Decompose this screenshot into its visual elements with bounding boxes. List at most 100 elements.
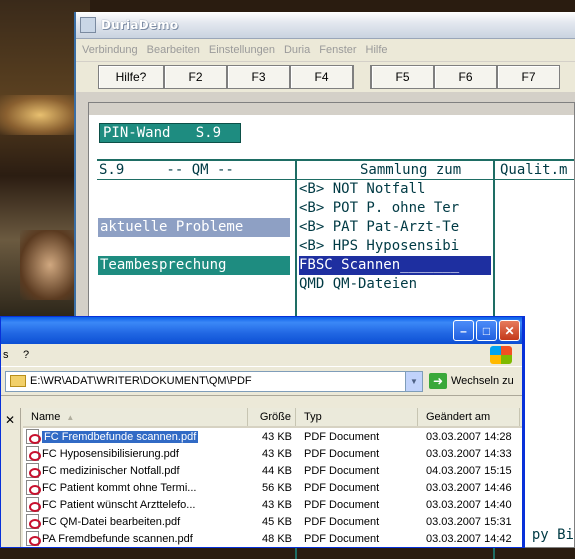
file-row[interactable]: FC medizinischer Notfall.pdf 44 KB PDF D… (23, 462, 522, 479)
f2-button[interactable]: F2 (164, 65, 227, 89)
help-button-label: Hilfe (115, 70, 140, 84)
list-item-qmd[interactable]: QMD QM-Dateien (299, 275, 417, 294)
menu-bearbeiten[interactable]: Bearbeiten (147, 44, 200, 56)
file-row[interactable]: FC Fremdbefunde scannen.pdf 43 KB PDF Do… (23, 428, 522, 445)
file-name: FC QM-Datei bearbeiten.pdf (42, 515, 181, 528)
close-button[interactable]: ✕ (499, 320, 520, 341)
app-icon (80, 17, 96, 33)
file-size: 44 KB (262, 464, 292, 477)
file-type: PDF Document (304, 430, 380, 443)
minimize-icon: – (460, 323, 467, 338)
f4-button[interactable]: F4 (290, 65, 353, 89)
menu-duria[interactable]: Duria (284, 44, 310, 56)
menu-einstellungen[interactable]: Einstellungen (209, 44, 275, 56)
folder-icon (10, 375, 26, 387)
file-size: 43 KB (262, 498, 292, 511)
file-row[interactable]: FC Patient wünscht Arzttelefo... 43 KB P… (23, 496, 522, 513)
menu-fenster[interactable]: Fenster (319, 44, 356, 56)
address-bar-row: E:\WR\ADAT\WRITER\DOKUMENT\QM\PDF ▼ ➜ We… (1, 366, 522, 396)
f7-button[interactable]: F7 (497, 65, 560, 89)
file-type: PDF Document (304, 481, 380, 494)
col2-header: Sammlung zum (360, 162, 462, 178)
list-item-not[interactable]: <B> NOT Notfall (299, 180, 425, 199)
file-name: PA Fremdbefunde scannen.pdf (42, 532, 193, 545)
duria-titlebar[interactable]: DuriaDemo (76, 12, 575, 39)
list-item-pot[interactable]: <B> POT P. ohne Ter (299, 199, 459, 218)
terminal-bottom-text: py Bi (531, 527, 574, 543)
column-size[interactable]: Größe (248, 408, 296, 426)
list-item-fbsc[interactable]: FBSC Scannen_______ (299, 256, 491, 275)
file-row[interactable]: FC QM-Datei bearbeiten.pdf 45 KB PDF Doc… (23, 513, 522, 530)
file-row[interactable]: PA Fremdbefunde scannen.pdf 48 KB PDF Do… (23, 530, 522, 547)
file-row[interactable]: FC Hyposensibilisierung.pdf 43 KB PDF Do… (23, 445, 522, 462)
menu-verbindung[interactable]: Verbindung (82, 44, 138, 56)
file-date: 03.03.2007 14:42 (426, 532, 512, 545)
terminal-divider (97, 159, 574, 161)
menu-fragment[interactable]: s (3, 349, 17, 361)
go-label: Wechseln zu (451, 375, 514, 387)
file-row[interactable]: FC Patient kommt ohne Termi... 56 KB PDF… (23, 479, 522, 496)
file-date: 03.03.2007 14:33 (426, 447, 512, 460)
maximize-button[interactable]: □ (476, 320, 497, 341)
file-date: 03.03.2007 14:46 (426, 481, 512, 494)
menu-hilfe[interactable]: Hilfe (366, 44, 388, 56)
file-name: FC medizinischer Notfall.pdf (42, 464, 180, 477)
pdf-file-icon (26, 429, 41, 444)
menu-help[interactable]: ? (23, 349, 29, 361)
file-name: FC Patient kommt ohne Termi... (42, 481, 197, 494)
pane-close-icon[interactable]: ✕ (5, 413, 15, 427)
file-date: 03.03.2007 14:40 (426, 498, 512, 511)
file-type: PDF Document (304, 447, 380, 460)
f5-button[interactable]: F5 (371, 65, 434, 89)
pdf-file-icon (26, 497, 41, 512)
file-type: PDF Document (304, 532, 380, 545)
file-size: 48 KB (262, 532, 292, 545)
address-text: E:\WR\ADAT\WRITER\DOKUMENT\QM\PDF (30, 375, 252, 387)
folders-pane: ✕ (1, 408, 21, 547)
go-button[interactable]: ➜ Wechseln zu (429, 373, 514, 389)
file-date: 03.03.2007 15:31 (426, 515, 512, 528)
background-light (0, 95, 80, 135)
arrow-right-icon: ➜ (429, 373, 447, 389)
fkey-separator (353, 65, 371, 89)
f6-button[interactable]: F6 (434, 65, 497, 89)
pdf-file-icon (26, 446, 41, 461)
pdf-file-icon (26, 463, 41, 478)
menu-item-aktuelle-probleme[interactable]: aktuelle Probleme (98, 218, 290, 237)
column-name[interactable]: Name ▲ (23, 408, 248, 426)
menu-item-teambesprechung[interactable]: Teambesprechung (98, 256, 290, 275)
file-size: 43 KB (262, 430, 292, 443)
close-icon: ✕ (504, 323, 515, 338)
address-field[interactable]: E:\WR\ADAT\WRITER\DOKUMENT\QM\PDF ▼ (5, 370, 423, 392)
file-name: FC Fremdbefunde scannen.pdf (42, 430, 199, 443)
pdf-file-icon (26, 531, 41, 546)
explorer-titlebar[interactable]: – □ ✕ (1, 317, 522, 344)
function-key-bar: Hilfe ? F2 F3 F4 F5 F6 F7 (76, 62, 575, 92)
col1-header: S.9 -- QM -- (99, 162, 234, 178)
file-type: PDF Document (304, 464, 380, 477)
window-title: DuriaDemo (101, 18, 179, 32)
help-button[interactable]: Hilfe ? (98, 65, 164, 89)
column-type[interactable]: Typ (296, 408, 418, 426)
file-size: 56 KB (262, 481, 292, 494)
maximize-icon: □ (482, 323, 491, 338)
file-name: FC Patient wünscht Arzttelefo... (42, 498, 196, 511)
address-dropdown-button[interactable]: ▼ (405, 371, 422, 391)
explorer-menubar: s ? (1, 344, 522, 366)
sort-asc-icon: ▲ (66, 412, 75, 422)
column-date[interactable]: Geändert am (418, 408, 520, 426)
file-list-header: Name ▲ Größe Typ Geändert am (23, 408, 522, 428)
file-date: 04.03.2007 15:15 (426, 464, 512, 477)
file-name: FC Hyposensibilisierung.pdf (42, 447, 179, 460)
windows-logo-icon (490, 346, 512, 364)
file-size: 45 KB (262, 515, 292, 528)
minimize-button[interactable]: – (453, 320, 474, 341)
f3-button[interactable]: F3 (227, 65, 290, 89)
list-item-pat[interactable]: <B> PAT Pat-Arzt-Te (299, 218, 459, 237)
pin-wand-label: PIN-Wand S.9 (99, 123, 241, 143)
duria-menubar: Verbindung Bearbeiten Einstellungen Duri… (76, 39, 575, 61)
file-date: 03.03.2007 14:28 (426, 430, 512, 443)
terminal-top-band (89, 103, 574, 115)
file-type: PDF Document (304, 515, 380, 528)
list-item-hps[interactable]: <B> HPS Hyposensibi (299, 237, 459, 256)
